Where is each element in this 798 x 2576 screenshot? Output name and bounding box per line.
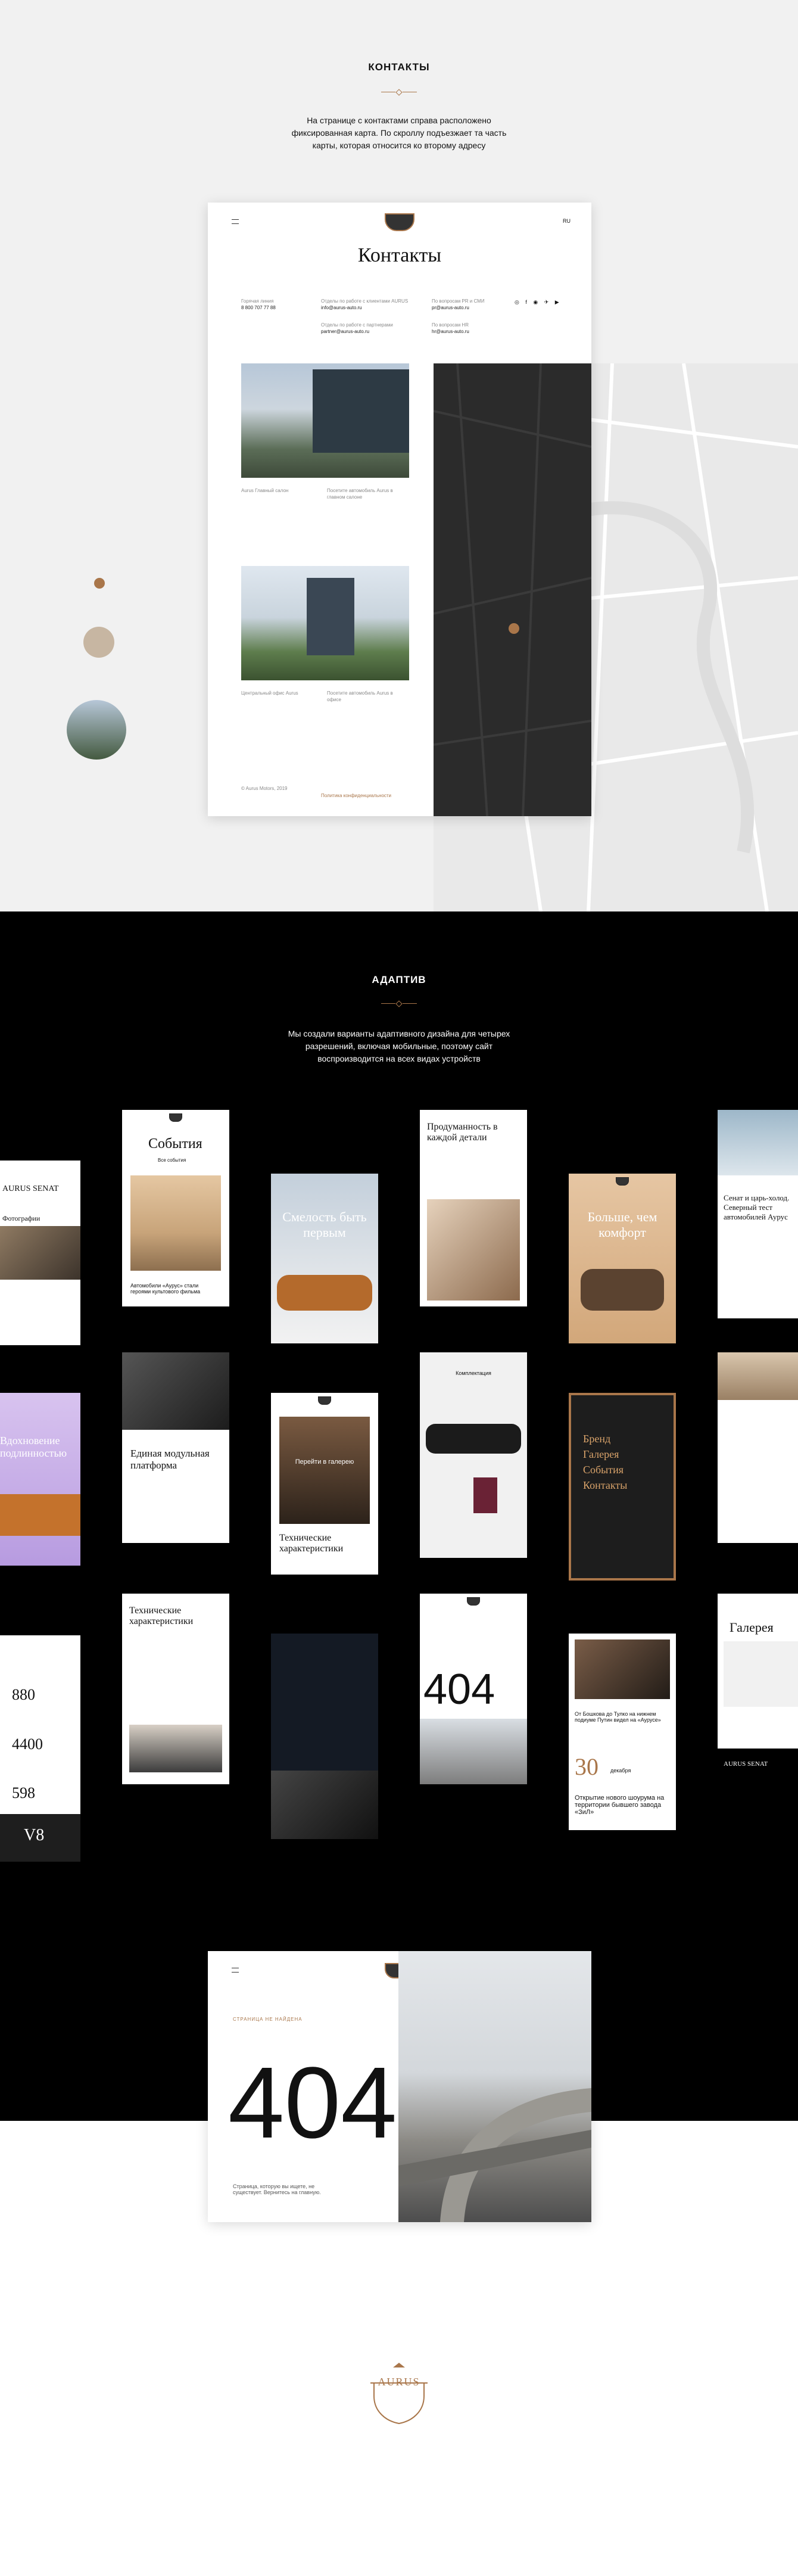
screen-platform[interactable]: Единая модульная платформа: [122, 1352, 229, 1543]
overpass-photo: [398, 1951, 591, 2222]
screen-404-mobile[interactable]: 404: [420, 1594, 527, 1784]
contacts-section: КОНТАКТЫ На странице с контактами справа…: [0, 0, 798, 911]
aurus-logo-large: AURUS: [369, 2359, 429, 2425]
screen-thought[interactable]: Продуманность в каждой детали: [420, 1110, 527, 1306]
office-2-name: Центральный офис Aurus: [241, 690, 298, 696]
screen-tech2[interactable]: Технические характеристики: [122, 1594, 229, 1784]
menu-list: Бренд Галерея События Контакты: [583, 1433, 628, 1491]
section-title: АДАПТИВ: [372, 974, 426, 985]
copyright: © Aurus Motors, 2019: [241, 786, 288, 791]
aurus-logo[interactable]: [385, 213, 414, 231]
screen-inspire[interactable]: Вдохновение подлинностью: [0, 1393, 80, 1566]
screen-config[interactable]: Комплектация: [420, 1352, 527, 1558]
screen-bravery[interactable]: Смелость быть первым: [271, 1174, 378, 1343]
screen-colors[interactable]: [718, 1352, 798, 1543]
screen-specs-dark[interactable]: [271, 1634, 378, 1839]
office-1-text: Посетите автомобиль Aurus в главном сало…: [327, 488, 393, 500]
screen-menu[interactable]: Бренд Галерея События Контакты: [569, 1393, 676, 1581]
map-pin[interactable]: [509, 623, 519, 634]
screen-events[interactable]: События Все события Автомобили «Аурус» с…: [122, 1110, 229, 1306]
screen-numbers[interactable]: 880 4400 598 V8: [0, 1635, 80, 1862]
screen-senat-test[interactable]: Сенат и царь-холод. Северный тест автомо…: [718, 1110, 798, 1318]
adaptive-section: АДАПТИВ Мы создали варианты адаптивного …: [0, 911, 798, 2121]
logo-text: AURUS: [378, 2376, 420, 2388]
notfound-mockup: RU СТРАНИЦА НЕ НАЙДЕНА 404 Страница, кот…: [208, 1951, 591, 2222]
screen-news[interactable]: От Бошкова до Тулко на нижнем подиуме Пу…: [569, 1634, 676, 1830]
screen-senat[interactable]: AURUS SENAT Фотографии: [0, 1161, 80, 1345]
section-lead: На странице с контактами справа располож…: [291, 116, 507, 150]
aurus-emblem: [370, 2363, 428, 2425]
notfound-code: 404: [228, 2046, 397, 2160]
section-title: КОНТАКТЫ: [368, 61, 430, 73]
info-pr: По вопросам PR и СМИ pr@aurus-auto.ru: [432, 298, 485, 310]
page-heading: Контакты: [357, 244, 442, 266]
scroll-dot[interactable]: [94, 578, 105, 589]
overpass-shape: [398, 2088, 591, 2222]
notfound-text: Страница, которую вы ищете, не существуе…: [233, 2183, 321, 2195]
contacts-page-mockup: RU Контакты Горячая линия 8 800 707 77 88…: [208, 203, 591, 816]
notfound-label: СТРАНИЦА НЕ НАЙДЕНА: [233, 2017, 303, 2022]
office-1-name: Aurus Главный салон: [241, 488, 289, 493]
social-icons[interactable]: ◎ f ◉ ✈ ▶: [515, 299, 562, 306]
info-hotline: Горячая линия 8 800 707 77 88: [241, 298, 276, 310]
privacy-link[interactable]: Политика конфиденциальности: [321, 792, 391, 799]
lang-switch[interactable]: RU: [563, 218, 571, 224]
section-lead: Мы создали варианты адаптивного дизайна …: [288, 1029, 510, 1063]
info-hr: По вопросам HR hr@aurus-auto.ru: [432, 322, 469, 334]
ornament: [381, 89, 417, 96]
info-clients: Отделы по работе с клиентами AURUS info@a…: [321, 298, 409, 310]
dark-map[interactable]: [434, 363, 591, 816]
office-2-text: Посетите автомобиль Aurus в офисе: [327, 690, 393, 702]
office-photo-1: [241, 363, 409, 478]
screen-comfort[interactable]: Больше, чем комфорт: [569, 1174, 676, 1343]
scroll-thumb-2[interactable]: [67, 700, 126, 760]
menu-icon[interactable]: [232, 219, 239, 224]
ornament: [381, 1000, 417, 1007]
menu-icon[interactable]: [232, 1968, 239, 1973]
info-partners: Отделы по работе с партнерами partner@aur…: [321, 322, 393, 334]
office-photo-2: [241, 566, 409, 680]
screen-gallery-tech[interactable]: Перейти в галерею Технические характерис…: [271, 1393, 378, 1575]
dark-map-roads: [434, 363, 591, 816]
screen-gallery[interactable]: Галерея AURUS SENAT: [718, 1594, 798, 1784]
scroll-thumb-1[interactable]: [83, 627, 114, 658]
